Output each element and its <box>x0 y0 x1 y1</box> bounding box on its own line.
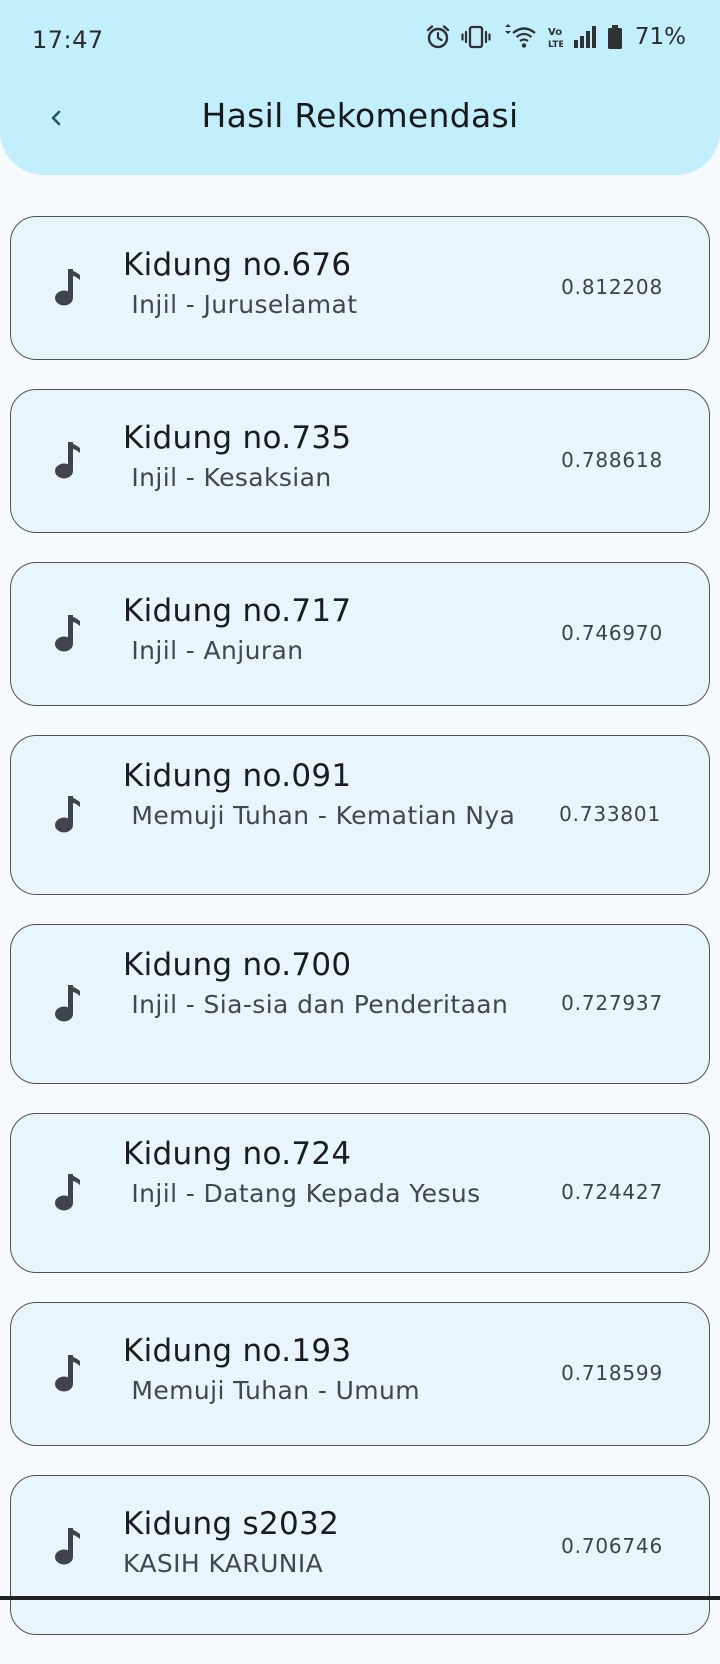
svg-text:LTE: LTE <box>548 40 563 50</box>
list-item[interactable]: Kidung no.735 Injil - Kesaksian 0.788618 <box>10 389 710 533</box>
music-note-icon <box>55 985 80 1022</box>
music-note-icon <box>55 269 80 306</box>
wifi-icon <box>504 24 536 48</box>
similarity-score: 0.718599 <box>561 1361 663 1385</box>
list-item[interactable]: Kidung no.193 Memuji Tuhan - Umum 0.7185… <box>10 1302 710 1446</box>
music-note-icon <box>55 796 80 833</box>
song-title: Kidung no.700 <box>123 947 352 983</box>
song-category: Injil - Sia-sia dan Penderitaan <box>123 990 509 1019</box>
vibrate-icon <box>461 25 491 49</box>
chevron-left-icon <box>51 110 61 126</box>
recommendation-list[interactable]: Kidung no.676 Injil - Juruselamat 0.8122… <box>10 216 710 1664</box>
list-item[interactable]: Kidung no.091 Memuji Tuhan - Kematian Ny… <box>10 735 710 895</box>
similarity-score: 0.746970 <box>561 621 663 645</box>
list-item[interactable]: Kidung no.700 Injil - Sia-sia dan Pender… <box>10 924 710 1084</box>
music-note-icon <box>55 1355 80 1392</box>
page-title: Hasil Rekomendasi <box>201 96 519 135</box>
music-note-icon <box>55 1174 80 1211</box>
signal-icon <box>573 26 596 48</box>
volte-icon: Vo LTE <box>548 27 563 50</box>
song-title: Kidung no.193 <box>123 1333 352 1369</box>
svg-text:Vo: Vo <box>548 27 562 38</box>
alarm-icon <box>426 25 450 49</box>
status-bar: 17:47 Vo LTE 71% <box>0 0 720 80</box>
list-item[interactable]: Kidung no.724 Injil - Datang Kepada Yesu… <box>10 1113 710 1273</box>
similarity-score: 0.733801 <box>559 802 661 826</box>
song-category: Injil - Juruselamat <box>123 290 358 319</box>
song-category: Memuji Tuhan - Kematian Nya <box>123 801 516 830</box>
song-category: KASIH KARUNIA <box>123 1549 324 1578</box>
song-title: Kidung no.091 <box>123 758 352 794</box>
battery-icon <box>607 25 622 49</box>
status-icons: Vo LTE 71% <box>425 24 686 50</box>
song-category: Injil - Anjuran <box>123 636 304 665</box>
similarity-score: 0.724427 <box>561 1180 663 1204</box>
music-note-icon <box>55 1528 80 1565</box>
list-item[interactable]: Kidung s2032 KASIH KARUNIA 0.706746 <box>10 1475 710 1635</box>
song-title: Kidung no.676 <box>123 247 352 283</box>
similarity-score: 0.727937 <box>561 991 663 1015</box>
list-item[interactable]: Kidung no.717 Injil - Anjuran 0.746970 <box>10 562 710 706</box>
similarity-score: 0.788618 <box>561 448 663 472</box>
similarity-score: 0.812208 <box>561 275 663 299</box>
similarity-score: 0.706746 <box>561 1534 663 1558</box>
song-title: Kidung s2032 <box>123 1506 340 1542</box>
music-note-icon <box>55 615 80 652</box>
song-category: Injil - Datang Kepada Yesus <box>123 1179 481 1208</box>
song-category: Memuji Tuhan - Umum <box>123 1376 421 1405</box>
music-note-icon <box>55 442 80 479</box>
app-header: 17:47 Vo LTE 71% Hasil Rekomendasi <box>0 0 720 175</box>
list-item[interactable]: Kidung no.676 Injil - Juruselamat 0.8122… <box>10 216 710 360</box>
song-category: Injil - Kesaksian <box>123 463 332 492</box>
song-title: Kidung no.724 <box>123 1136 352 1172</box>
status-time: 17:47 <box>32 26 104 54</box>
song-title: Kidung no.717 <box>123 593 352 629</box>
battery-percentage: 71% <box>634 24 686 50</box>
bottom-edge <box>0 1596 720 1600</box>
back-button[interactable] <box>36 96 76 140</box>
song-title: Kidung no.735 <box>123 420 352 456</box>
